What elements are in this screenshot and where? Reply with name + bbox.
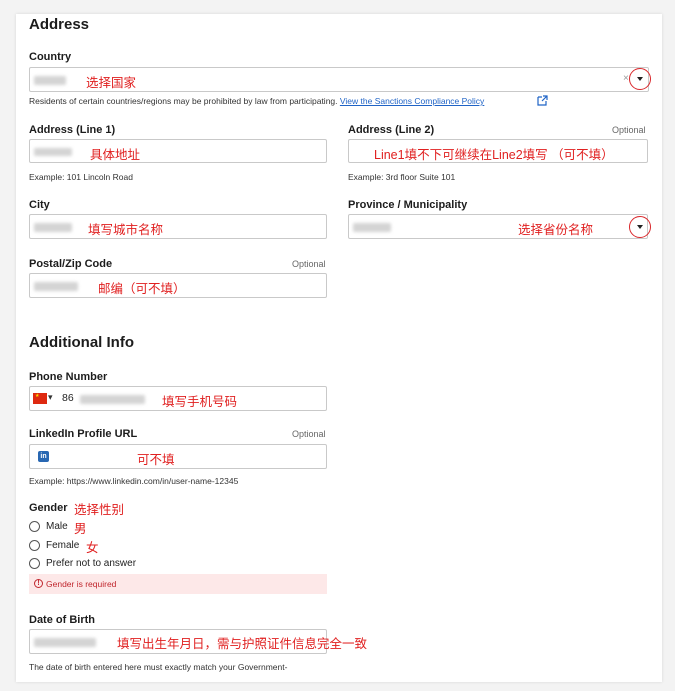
linkedin-label: LinkedIn Profile URL bbox=[29, 428, 138, 440]
radio-prefer-not-label[interactable]: Prefer not to answer bbox=[46, 558, 136, 569]
country-code-chevron-icon[interactable]: ▾ bbox=[48, 392, 53, 403]
dob-annotation: 填写出生年月日，需与护照证件信息完全一致 bbox=[117, 637, 368, 651]
dob-value-redacted bbox=[34, 638, 96, 647]
additional-info-heading: Additional Info bbox=[29, 334, 134, 351]
radio-female[interactable] bbox=[29, 540, 40, 551]
province-annotation: 选择省份名称 bbox=[518, 223, 594, 237]
line2-label: Address (Line 2) bbox=[348, 124, 435, 136]
postal-optional: Optional bbox=[292, 259, 326, 269]
sanctions-note-text: Residents of certain countries/regions m… bbox=[29, 96, 338, 106]
china-flag-icon[interactable]: ★ bbox=[33, 393, 47, 404]
line2-annotation: Line1填不下可继续在Line2填写 （可不填） bbox=[374, 148, 614, 162]
city-annotation: 填写城市名称 bbox=[88, 223, 164, 237]
country-select[interactable]: 选择国家 × bbox=[29, 67, 649, 92]
phone-country-code: 86 bbox=[62, 392, 74, 404]
chevron-down-icon[interactable] bbox=[637, 225, 643, 229]
province-select[interactable]: 选择省份名称 bbox=[348, 214, 648, 239]
line2-optional: Optional bbox=[612, 125, 646, 135]
linkedin-icon: in bbox=[38, 451, 49, 462]
radio-prefer-not[interactable] bbox=[29, 558, 40, 569]
line1-value-redacted bbox=[34, 148, 72, 156]
city-value-redacted bbox=[34, 223, 72, 232]
error-icon: ! bbox=[34, 579, 43, 588]
dob-note: The date of birth entered here must exac… bbox=[29, 662, 288, 672]
province-label: Province / Municipality bbox=[348, 199, 468, 211]
chevron-down-icon[interactable] bbox=[637, 77, 643, 81]
linkedin-example: Example: https://www.linkedin.com/in/use… bbox=[29, 476, 239, 486]
linkedin-optional: Optional bbox=[292, 429, 326, 439]
clear-icon[interactable]: × bbox=[623, 73, 629, 84]
radio-female-label[interactable]: Female bbox=[46, 540, 79, 551]
phone-input[interactable]: ★ ▾ 86 填写手机号码 bbox=[29, 386, 327, 411]
dob-label: Date of Birth bbox=[29, 614, 95, 626]
female-annotation: 女 bbox=[86, 541, 99, 555]
gender-error-banner: ! Gender is required bbox=[29, 574, 327, 594]
province-value-redacted bbox=[353, 223, 391, 232]
sanctions-note: Residents of certain countries/regions m… bbox=[29, 96, 484, 106]
line1-example: Example: 101 Lincoln Road bbox=[29, 172, 133, 182]
address-line2-input[interactable]: Line1填不下可继续在Line2填写 （可不填） bbox=[348, 139, 648, 163]
radio-male[interactable] bbox=[29, 521, 40, 532]
line1-annotation: 具体地址 bbox=[90, 148, 141, 162]
city-input[interactable]: 填写城市名称 bbox=[29, 214, 327, 239]
phone-annotation: 填写手机号码 bbox=[162, 395, 238, 409]
city-label: City bbox=[29, 199, 50, 211]
linkedin-input[interactable]: in 可不填 bbox=[29, 444, 327, 469]
line2-example: Example: 3rd floor Suite 101 bbox=[348, 172, 456, 182]
gender-error-text: Gender is required bbox=[46, 579, 117, 589]
postal-input[interactable]: 邮编（可不填） bbox=[29, 273, 327, 298]
linkedin-annotation: 可不填 bbox=[137, 453, 175, 467]
gender-annotation: 选择性别 bbox=[74, 503, 125, 517]
postal-label: Postal/Zip Code bbox=[29, 258, 113, 270]
address-heading: Address bbox=[29, 16, 90, 33]
form-card: Address Country 选择国家 × Residents of cert… bbox=[16, 14, 662, 682]
phone-value-redacted bbox=[80, 395, 145, 404]
address-line1-input[interactable]: 具体地址 bbox=[29, 139, 327, 163]
line1-label: Address (Line 1) bbox=[29, 124, 116, 136]
radio-male-label[interactable]: Male bbox=[46, 521, 68, 532]
sanctions-policy-link[interactable]: View the Sanctions Compliance Policy bbox=[340, 96, 484, 106]
phone-label: Phone Number bbox=[29, 371, 108, 383]
country-annotation: 选择国家 bbox=[86, 76, 137, 90]
country-label: Country bbox=[29, 51, 72, 63]
postal-value-redacted bbox=[34, 282, 78, 291]
male-annotation: 男 bbox=[74, 522, 87, 536]
external-link-icon[interactable] bbox=[537, 95, 548, 106]
country-value-redacted bbox=[34, 76, 66, 85]
gender-label: Gender bbox=[29, 502, 68, 514]
postal-annotation: 邮编（可不填） bbox=[98, 282, 186, 296]
